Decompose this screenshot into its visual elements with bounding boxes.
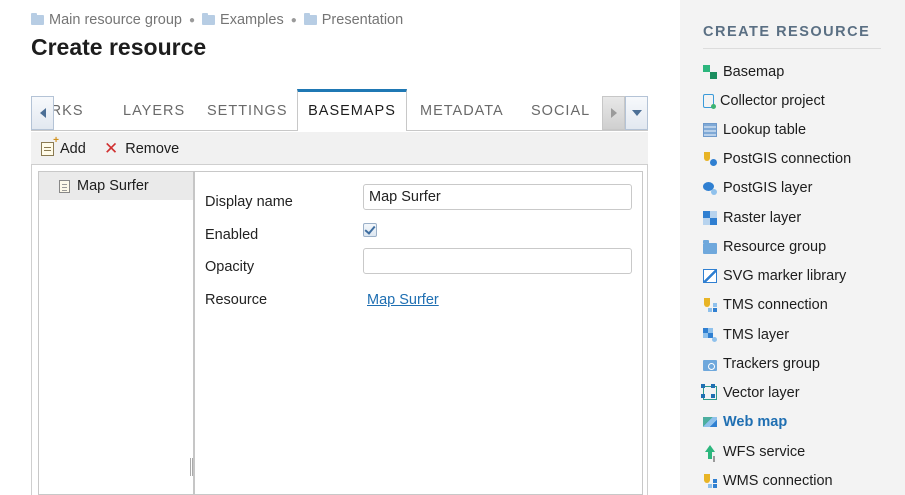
tab-scroll-right-button[interactable]: [602, 96, 625, 130]
trackers-group-icon: [703, 359, 717, 371]
folder-icon: [303, 13, 317, 25]
tree-item-label: Map Surfer: [77, 178, 149, 194]
enabled-label: Enabled: [205, 227, 259, 243]
divider: [703, 48, 881, 49]
create-tms-layer-link[interactable]: TMS layer: [703, 325, 789, 345]
basemaps-toolbar: Add ✕ Remove: [31, 132, 648, 165]
breadcrumb-label[interactable]: Main resource group: [49, 12, 182, 28]
close-icon: ✕: [104, 139, 119, 158]
remove-button[interactable]: ✕ Remove: [104, 132, 179, 165]
create-tms-connection-link[interactable]: TMS connection: [703, 295, 828, 315]
resource-type-label: TMS layer: [723, 327, 790, 343]
splitter-grip-icon[interactable]: [190, 458, 193, 476]
resource-type-label: WFS service: [723, 444, 806, 460]
create-wms-connection-link[interactable]: WMS connection: [703, 471, 833, 491]
create-resource-panel: CREATE RESOURCE Basemap Collector projec…: [680, 0, 905, 495]
resource-type-label: PostGIS connection: [723, 151, 852, 167]
opacity-field[interactable]: [363, 248, 632, 274]
resource-group-icon: [703, 239, 717, 254]
create-postgis-layer-link[interactable]: PostGIS layer: [703, 178, 812, 198]
resource-type-label: Resource group: [723, 239, 827, 255]
resource-type-label: Trackers group: [723, 356, 820, 372]
opacity-label: Opacity: [205, 259, 255, 275]
tab-bar: ARKS LAYERS SETTINGS BASEMAPS METADATA S…: [31, 89, 648, 131]
resource-type-label: Vector layer: [723, 385, 800, 401]
svg-marker-library-icon: [703, 269, 717, 283]
resource-type-label: Collector project: [720, 93, 825, 109]
web-map-icon: [703, 415, 717, 429]
tab-landmarks[interactable]: ARKS: [54, 89, 120, 131]
create-raster-layer-link[interactable]: Raster layer: [703, 208, 801, 228]
tab-metadata[interactable]: METADATA: [420, 89, 520, 131]
basemaps-content: Map Surfer Display name Enabled Opacity …: [31, 165, 648, 495]
postgis-layer-icon: [703, 181, 717, 195]
tab-menu-button[interactable]: [625, 96, 648, 130]
create-web-map-link[interactable]: Web map: [703, 412, 787, 432]
resource-type-label: SVG marker library: [723, 268, 847, 284]
tab-scroll-left-button[interactable]: [31, 96, 54, 130]
create-lookup-table-link[interactable]: Lookup table: [703, 120, 806, 140]
breadcrumb: Main resource group ● Examples ● Present…: [31, 12, 403, 28]
breadcrumb-label[interactable]: Presentation: [322, 12, 403, 28]
resource-type-label: Basemap: [723, 64, 785, 80]
wms-connection-icon: [703, 474, 717, 488]
create-resource-group-link[interactable]: Resource group: [703, 237, 826, 257]
create-resource-title: CREATE RESOURCE: [703, 24, 871, 40]
resource-type-label: Lookup table: [723, 122, 807, 138]
resource-type-label: PostGIS layer: [723, 180, 813, 196]
postgis-connection-icon: [703, 152, 717, 166]
breadcrumb-item-presentation[interactable]: Presentation: [303, 12, 403, 28]
display-name-field[interactable]: [363, 184, 632, 210]
lookup-table-icon: [703, 123, 717, 137]
tree-item[interactable]: Map Surfer: [39, 172, 193, 200]
add-document-icon: [41, 135, 59, 156]
add-button[interactable]: Add: [41, 132, 86, 165]
tab-social[interactable]: SOCIAL: [531, 89, 601, 131]
document-icon: [59, 179, 70, 193]
breadcrumb-item-main-resource-group[interactable]: Main resource group: [31, 12, 182, 28]
breadcrumb-separator: ●: [189, 14, 196, 26]
vector-layer-icon: [701, 384, 717, 400]
resource-type-label: Raster layer: [723, 210, 802, 226]
chevron-down-icon: [631, 110, 642, 116]
display-name-label: Display name: [205, 194, 293, 210]
collector-project-icon: [703, 94, 716, 109]
tms-connection-icon: [703, 298, 717, 312]
resource-type-label: TMS connection: [723, 297, 828, 313]
breadcrumb-label[interactable]: Examples: [220, 12, 284, 28]
resource-type-label: Web map: [723, 414, 788, 430]
resource-link[interactable]: Map Surfer: [367, 292, 439, 308]
tms-layer-icon: [703, 328, 717, 342]
basemap-settings-form: Display name Enabled Opacity Resource Ma…: [195, 171, 643, 495]
create-wfs-service-link[interactable]: WFS service: [703, 442, 805, 462]
folder-icon: [31, 13, 44, 25]
create-trackers-group-link[interactable]: Trackers group: [703, 354, 820, 374]
create-svg-marker-library-link[interactable]: SVG marker library: [703, 266, 846, 286]
create-vector-layer-link[interactable]: Vector layer: [701, 383, 800, 403]
create-postgis-connection-link[interactable]: PostGIS connection: [703, 149, 851, 169]
enabled-checkbox[interactable]: [363, 223, 377, 237]
create-collector-project-link[interactable]: Collector project: [703, 91, 825, 111]
page-title: Create resource: [31, 34, 207, 60]
tab-settings[interactable]: SETTINGS: [207, 89, 297, 131]
main-area: Main resource group ● Examples ● Present…: [0, 0, 680, 495]
breadcrumb-separator: ●: [290, 14, 297, 26]
folder-icon: [202, 13, 216, 25]
arrow-right-icon: [610, 108, 617, 118]
wfs-service-icon: [703, 445, 717, 459]
basemap-icon: [703, 65, 717, 79]
resource-label: Resource: [205, 292, 268, 308]
breadcrumb-item-examples[interactable]: Examples: [202, 12, 284, 28]
resource-type-label: WMS connection: [723, 473, 833, 489]
tab-strip: ARKS LAYERS SETTINGS BASEMAPS METADATA S…: [54, 89, 602, 131]
raster-layer-icon: [703, 211, 717, 225]
add-button-label: Add: [60, 140, 86, 157]
tab-basemaps[interactable]: BASEMAPS: [297, 89, 407, 131]
tab-layers[interactable]: LAYERS: [123, 89, 193, 131]
remove-button-label: Remove: [125, 140, 180, 157]
create-basemap-link[interactable]: Basemap: [703, 62, 784, 82]
arrow-left-icon: [39, 108, 46, 118]
basemap-tree: Map Surfer: [38, 171, 193, 495]
